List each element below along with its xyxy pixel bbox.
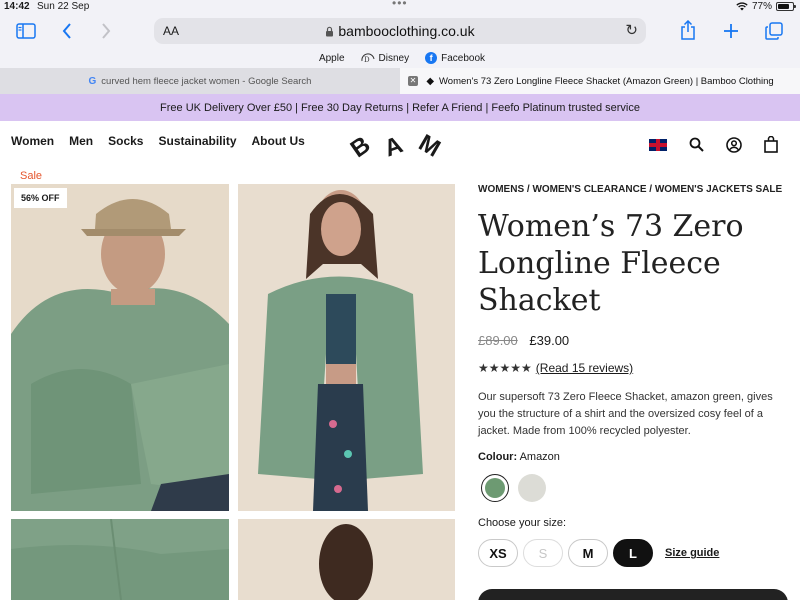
breadcrumb[interactable]: WOMENS / WOMEN'S CLEARANCE / WOMEN'S JAC… (478, 184, 782, 195)
back-icon[interactable] (62, 23, 72, 39)
discount-badge: 56% OFF (14, 188, 67, 208)
wifi-icon (736, 2, 748, 11)
reviews-link[interactable]: (Read 15 reviews) (536, 361, 633, 375)
browser-toolbar: AA bambooclothing.co.uk ↻ (0, 14, 800, 48)
url-text[interactable]: bambooclothing.co.uk (154, 23, 646, 39)
product-photo-3[interactable] (11, 519, 229, 600)
facebook-icon: f (425, 52, 438, 64)
favorites-bar: Apple D Disney f Facebook (0, 48, 800, 68)
tab-bamboo-clothing[interactable]: ✕ ◆ Women's 73 Zero Longline Fleece Shac… (400, 68, 800, 94)
product-title: Women’s 73 Zero Longline Fleece Shacket (478, 209, 744, 318)
tab-bar: G curved hem fleece jacket women - Googl… (0, 68, 800, 94)
price-block: £89.00 £39.00 (478, 333, 569, 348)
sale-price: £39.00 (529, 333, 570, 348)
reload-icon[interactable]: ↻ (625, 21, 638, 39)
promo-banner[interactable]: Free UK Delivery Over £50 | Free 30 Day … (0, 94, 800, 121)
battery-percent: 77% (751, 1, 772, 12)
rating-block: ★★★★★ (Read 15 reviews) (478, 361, 633, 375)
sale-label: Sale (20, 170, 43, 182)
product-photo-1[interactable] (11, 184, 229, 511)
sidebar-icon[interactable] (16, 23, 36, 39)
close-tab-icon[interactable]: ✕ (408, 76, 418, 86)
site-header: Women Men Socks Sustainability About Us … (0, 121, 800, 169)
add-to-bag-button[interactable] (478, 589, 788, 600)
size-option-m[interactable]: M (568, 539, 608, 567)
tab-title: Women's 73 Zero Longline Fleece Shacket … (439, 75, 774, 87)
nav-about-us[interactable]: About Us (252, 134, 305, 148)
nav-women[interactable]: Women (11, 134, 54, 148)
product-photo-2[interactable] (238, 184, 455, 511)
nav-men[interactable]: Men (69, 134, 93, 148)
disney-icon: D (361, 53, 375, 63)
size-guide-link[interactable]: Size guide (665, 547, 719, 559)
header-icons (649, 136, 778, 153)
size-selector: XS S M L Size guide (478, 539, 719, 567)
address-bar[interactable]: AA bambooclothing.co.uk ↻ (154, 18, 646, 44)
size-option-l[interactable]: L (613, 539, 653, 567)
size-option-s[interactable]: S (523, 539, 563, 567)
basket-icon[interactable] (764, 136, 778, 153)
favorite-label: Disney (378, 52, 410, 64)
size-label: Choose your size: (478, 517, 567, 529)
star-rating-icon: ★★★★★ (478, 361, 532, 375)
account-icon[interactable] (726, 136, 742, 153)
swatch-fill (485, 478, 505, 498)
status-date: Sun 22 Sep (37, 1, 90, 12)
share-icon[interactable] (680, 20, 696, 40)
lock-icon (326, 26, 334, 37)
nav-sustainability[interactable]: Sustainability (158, 134, 236, 148)
tabs-overview-icon[interactable] (765, 22, 783, 40)
favorite-label: Apple (318, 52, 345, 64)
forward-icon[interactable] (101, 23, 111, 39)
original-price: £89.00 (478, 333, 518, 348)
uk-flag-icon[interactable] (649, 138, 667, 151)
favorite-apple[interactable]: Apple (315, 53, 345, 64)
battery-icon (776, 2, 796, 11)
colour-swatch-grey[interactable] (518, 474, 546, 502)
main-nav: Women Men Socks Sustainability About Us (11, 134, 305, 148)
logo-letter: B (345, 129, 378, 164)
bam-icon: ◆ (426, 75, 435, 87)
battery-fill (778, 4, 789, 9)
multitasking-dots-icon[interactable]: ••• (392, 0, 408, 10)
logo-letter: M (413, 129, 447, 164)
status-right: 77% (736, 1, 796, 12)
new-tab-icon[interactable] (723, 23, 739, 39)
status-bar: 14:42 Sun 22 Sep ••• 77% (0, 0, 800, 14)
size-option-xs[interactable]: XS (478, 539, 518, 567)
favorite-facebook[interactable]: f Facebook (425, 52, 485, 64)
favorite-disney[interactable]: D Disney (361, 52, 410, 64)
colour-label-key: Colour: (478, 451, 518, 463)
status-time: 14:42 (4, 1, 30, 12)
tab-google-search[interactable]: G curved hem fleece jacket women - Googl… (0, 68, 400, 94)
search-icon[interactable] (689, 137, 704, 152)
logo-letter: A (381, 130, 409, 163)
google-icon: G (88, 75, 97, 87)
url-label: bambooclothing.co.uk (338, 23, 475, 39)
colour-swatch-amazon[interactable] (481, 474, 509, 502)
promo-text: Free UK Delivery Over £50 | Free 30 Day … (160, 101, 640, 114)
nav-socks[interactable]: Socks (108, 134, 143, 148)
colour-label: Colour: Amazon (478, 451, 560, 463)
svg-text:D: D (364, 56, 370, 63)
bam-logo[interactable]: B A M (346, 129, 446, 163)
colour-label-value: Amazon (519, 451, 560, 463)
tab-title: curved hem fleece jacket women - Google … (101, 75, 312, 87)
favorite-label: Facebook (441, 52, 486, 64)
product-description: Our supersoft 73 Zero Fleece Shacket, am… (478, 391, 773, 437)
product-photo-4[interactable] (238, 519, 455, 600)
